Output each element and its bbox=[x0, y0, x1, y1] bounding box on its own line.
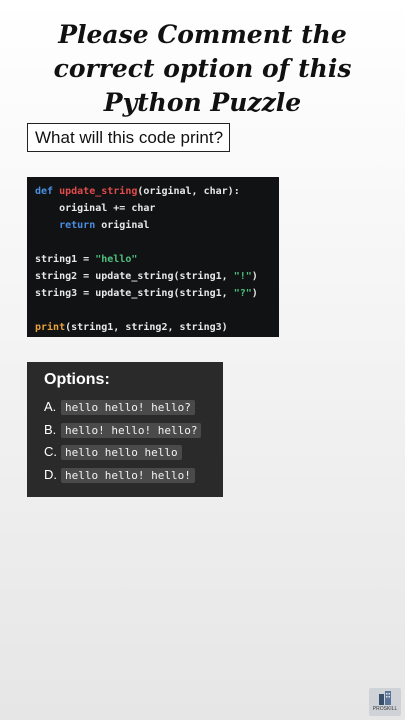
title-line-3: Python Puzzle bbox=[103, 88, 302, 117]
code-line-6: string2 = update_string(string1, "!") bbox=[35, 271, 258, 282]
code-line-1: def update_string(original, char): bbox=[35, 186, 240, 197]
code-block: def update_string(original, char): origi… bbox=[27, 177, 279, 337]
option-letter: D. bbox=[44, 466, 57, 482]
option-letter: C. bbox=[44, 444, 57, 459]
option-value: hello! hello! hello? bbox=[61, 422, 202, 438]
proskill-logo: PROSKILL bbox=[369, 688, 401, 716]
logo-text: PROSKILL bbox=[372, 706, 398, 712]
option-b[interactable]: B. hello! hello! hello? bbox=[44, 419, 223, 442]
option-letter: A. bbox=[44, 399, 57, 414]
options-title: Options: bbox=[44, 371, 110, 388]
option-d[interactable]: D. hello hello! hello! bbox=[44, 464, 223, 487]
code-line-9: print(string1, string2, string3) bbox=[35, 322, 228, 333]
option-value: hello hello! hello? bbox=[61, 400, 195, 415]
code-line-2: original += char bbox=[35, 203, 156, 214]
code-line-5: string1 = "hello" bbox=[35, 254, 138, 265]
options-panel: Options: A. hello hello! hello? B. hello! … bbox=[27, 362, 223, 497]
option-value: hello hello hello bbox=[61, 445, 182, 460]
code-line-3: return original bbox=[59, 220, 150, 231]
code-line-7: string3 = update_string(string1, "?") bbox=[35, 288, 258, 299]
title-line-1: Please Comment the bbox=[58, 20, 347, 49]
option-a[interactable]: A. hello hello! hello? bbox=[44, 396, 223, 419]
option-letter: B. bbox=[44, 421, 57, 437]
question-box: What will this code print? bbox=[27, 123, 230, 152]
post-title: Please Comment the correct option of thi… bbox=[0, 18, 405, 120]
option-c[interactable]: C. hello hello hello bbox=[44, 441, 223, 464]
option-value: hello hello! hello! bbox=[61, 467, 195, 483]
building-logo-icon bbox=[379, 691, 391, 705]
title-line-2: correct option of this bbox=[53, 54, 352, 83]
